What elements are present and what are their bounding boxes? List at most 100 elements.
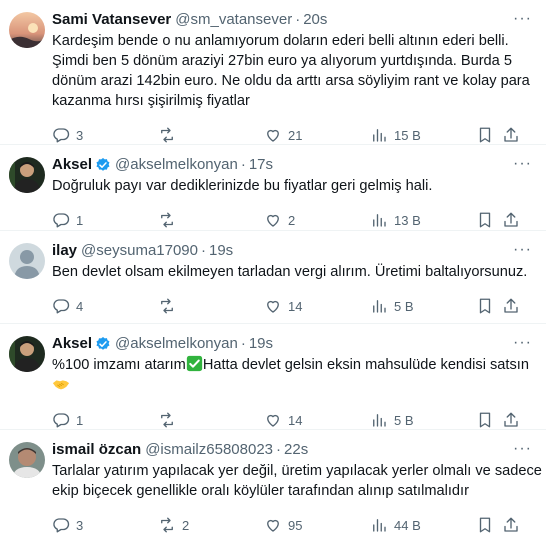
views-button[interactable]: 13 B	[370, 211, 421, 229]
tweet[interactable]: ilay @seysuma17090 · 19s ··· Ben devlet …	[0, 231, 546, 324]
avatar[interactable]	[9, 157, 45, 193]
views-chart-icon	[373, 414, 386, 427]
author-handle[interactable]: @sm_vatansever	[175, 10, 292, 30]
views-button[interactable]: 15 B	[370, 126, 421, 144]
share-icon	[504, 298, 518, 313]
share-icon	[504, 517, 518, 532]
avatar[interactable]	[9, 442, 45, 478]
tweet-text: Tarlalar yatırım yapılacak yer değil, ür…	[52, 461, 542, 501]
view-count: 13 B	[394, 212, 421, 228]
author-handle[interactable]: @akselmelkonyan	[115, 334, 238, 354]
heart-icon	[267, 214, 279, 227]
author-handle[interactable]: @akselmelkonyan	[115, 155, 238, 175]
like-button[interactable]: 2	[264, 211, 295, 229]
author-handle[interactable]: @ismailz65808023	[145, 440, 273, 460]
bookmark-button[interactable]	[476, 411, 494, 429]
reply-count: 3	[76, 127, 84, 143]
author-handle[interactable]: @seysuma17090	[81, 241, 198, 261]
more-options-icon[interactable]: ···	[513, 241, 532, 259]
tweet-text-line: Tarlalar yatırım yapılacak yer değil, ür…	[52, 463, 542, 479]
bookmark-button[interactable]	[476, 516, 494, 534]
more-options-icon[interactable]: ···	[513, 155, 532, 173]
retweet-button[interactable]	[158, 411, 182, 429]
bookmark-button[interactable]	[476, 211, 494, 229]
reply-icon	[53, 518, 70, 533]
reply-button[interactable]: 1	[52, 411, 83, 429]
share-button[interactable]	[502, 211, 520, 229]
retweet-button[interactable]	[158, 211, 182, 229]
tweet-text: Doğruluk payı var dediklerinizde bu fiya…	[52, 176, 532, 196]
reply-button[interactable]: 3	[52, 126, 83, 144]
separator-dot: ·	[276, 441, 282, 458]
tweet-text: %100 imzamı atarım Hatta devlet gelsin ek…	[52, 355, 532, 396]
timestamp[interactable]: 19s	[249, 334, 273, 354]
retweet-button[interactable]: 2	[158, 516, 189, 534]
like-count: 21	[288, 127, 303, 143]
timestamp[interactable]: 22s	[284, 440, 308, 460]
share-button[interactable]	[502, 297, 520, 315]
like-count: 95	[288, 517, 303, 533]
author-name[interactable]: Aksel	[52, 155, 92, 175]
tweet-text-line: Doğruluk payı var dediklerinizde bu fiya…	[52, 178, 433, 194]
views-button[interactable]: 5 B	[370, 297, 414, 315]
timestamp[interactable]: 17s	[249, 155, 273, 175]
avatar[interactable]	[9, 243, 45, 279]
tweet-text-line: Ben devlet olsam ekilmeyen tarladan verg…	[52, 264, 528, 280]
retweet-icon	[161, 298, 173, 314]
retweet-button[interactable]	[158, 297, 182, 315]
retweet-icon	[161, 212, 173, 228]
views-chart-icon	[373, 129, 386, 142]
separator-dot: ·	[240, 335, 246, 352]
avatar[interactable]	[9, 12, 45, 48]
bookmark-button[interactable]	[476, 126, 494, 144]
retweet-button[interactable]	[158, 126, 182, 144]
reply-count: 1	[76, 212, 84, 228]
bookmark-button[interactable]	[476, 297, 494, 315]
reply-button[interactable]: 1	[52, 211, 83, 229]
like-button[interactable]: 14	[264, 297, 302, 315]
like-button[interactable]: 95	[264, 516, 302, 534]
share-button[interactable]	[502, 126, 520, 144]
author-name[interactable]: Sami Vatansever	[52, 10, 171, 30]
tweet-text-segment: Hatta devlet gelsin eksin mahsulüde kend…	[202, 357, 529, 373]
reply-feed: Sami Vatansever @sm_vatansever · 20s ···…	[0, 0, 546, 535]
author-name[interactable]: ismail özcan	[52, 440, 141, 460]
heart-icon	[267, 414, 279, 427]
action-bar: 3 2 95 44 B	[0, 507, 532, 543]
author-name[interactable]: Aksel	[52, 334, 92, 354]
author-name[interactable]: ilay	[52, 241, 77, 261]
check-mark-emoji	[186, 355, 202, 372]
tweet-text-line: ekip biçecek genellikle oralı köylüler t…	[52, 483, 469, 499]
bookmark-icon	[479, 127, 491, 143]
timestamp[interactable]: 19s	[209, 241, 233, 261]
bookmark-icon	[479, 517, 491, 533]
tweet[interactable]: Aksel @akselmelkonyan · 17s ··· Doğruluk…	[0, 145, 546, 231]
timestamp[interactable]: 20s	[303, 10, 327, 30]
tweet-text-line: Şimdi ben 5 dönüm araziyi 27bin euro ya …	[52, 53, 512, 69]
share-button[interactable]	[502, 516, 520, 534]
more-options-icon[interactable]: ···	[513, 440, 532, 458]
reply-icon	[53, 299, 70, 314]
views-button[interactable]: 44 B	[370, 516, 421, 534]
share-button[interactable]	[502, 411, 520, 429]
separator-dot: ·	[295, 11, 301, 28]
retweet-icon	[161, 412, 173, 428]
like-button[interactable]: 21	[264, 126, 302, 144]
tweet[interactable]: ismail özcan @ismailz65808023 · 22s ··· …	[0, 430, 546, 535]
reply-button[interactable]: 4	[52, 297, 83, 315]
avatar[interactable]	[9, 336, 45, 372]
like-button[interactable]: 14	[264, 411, 302, 429]
views-button[interactable]: 5 B	[370, 411, 414, 429]
tweet[interactable]: Aksel @akselmelkonyan · 19s ··· %100 imz…	[0, 324, 546, 430]
tweet-text-line	[52, 375, 532, 396]
more-options-icon[interactable]: ···	[513, 334, 532, 352]
handshake-emoji	[52, 380, 70, 390]
reply-count: 1	[76, 412, 84, 428]
bookmark-icon	[479, 412, 491, 428]
reply-button[interactable]: 3	[52, 516, 83, 534]
heart-icon	[267, 300, 279, 313]
verified-badge-icon	[96, 337, 110, 350]
tweet[interactable]: Sami Vatansever @sm_vatansever · 20s ···…	[0, 0, 546, 145]
more-options-icon[interactable]: ···	[513, 10, 532, 28]
action-bar: 4 14 5 B	[0, 288, 532, 324]
